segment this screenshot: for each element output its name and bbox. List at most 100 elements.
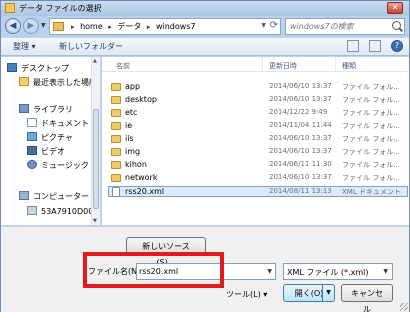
help-icon[interactable]: ? — [391, 40, 403, 52]
file-row-img[interactable]: img 2014/06/10 13:37 ファイル フォル... — [109, 147, 409, 158]
nav-item-libraries[interactable]: ライブラリ — [19, 104, 73, 116]
column-header-name[interactable]: 名前 — [116, 61, 130, 71]
nav-item-drive[interactable]: 53A7910D003 ( — [27, 206, 100, 218]
refresh-icon[interactable]: ⟳ — [270, 20, 278, 31]
libraries-icon — [19, 104, 29, 113]
file-name: network — [125, 173, 158, 182]
forward-button[interactable]: ▶ — [23, 18, 39, 34]
preview-pane-icon[interactable] — [369, 40, 382, 52]
file-row-kihon[interactable]: kihon 2014/06/11 11:30 ファイル フォル... — [109, 160, 409, 171]
file-row-rss20-xml[interactable]: rss20.xml 2014/08/11 13:13 XML ドキュメント — [108, 186, 408, 197]
file-row-iis[interactable]: iis 2014/06/10 13:37 ファイル フォル... — [109, 134, 409, 145]
organize-menu[interactable]: 整理 ▾ — [13, 41, 36, 52]
documents-icon — [27, 118, 37, 127]
column-headers: 名前 更新日時 種類 — [102, 57, 409, 72]
close-button[interactable]: ✕ — [387, 2, 403, 14]
file-name: desktop — [125, 95, 157, 104]
folder-icon — [111, 96, 121, 104]
file-row-app[interactable]: app 2014/06/10 13:37 ファイル フォル... — [109, 82, 409, 93]
column-header-date[interactable]: 更新日時 — [269, 61, 297, 71]
toolbar: 整理 ▾ 新しいフォルダー ? — [1, 37, 409, 56]
window-title: データ ファイルの選択 — [19, 4, 102, 13]
drive-icon — [27, 206, 37, 215]
title-bar: データ ファイルの選択 ✕ — [1, 1, 409, 16]
open-button[interactable]: 開く(O) ▼ — [283, 284, 335, 302]
nav-item-label: デスクトップ — [21, 64, 69, 73]
file-dialog-window: データ ファイルの選択 ✕ ◀ ▶ ▼ ▸ home ▸ データ ▸ windo… — [0, 0, 410, 314]
search-input[interactable] — [288, 20, 388, 33]
xml-file-icon — [112, 187, 120, 197]
scroll-up-icon[interactable]: ▲ — [93, 58, 97, 64]
open-button-label: 開く(O) — [294, 289, 324, 298]
desktop-icon — [7, 63, 17, 72]
nav-item-label: ピクチャ — [41, 133, 73, 142]
back-button[interactable]: ◀ — [5, 18, 21, 34]
search-icon[interactable] — [392, 21, 401, 30]
breadcrumb-data[interactable]: データ — [117, 22, 141, 31]
resize-grip-icon[interactable] — [400, 303, 408, 311]
chevron-right-icon[interactable]: ▸ — [147, 23, 151, 31]
scroll-down-icon[interactable]: ▼ — [93, 218, 97, 224]
folder-icon — [111, 161, 121, 169]
folder-icon — [111, 109, 121, 117]
file-date: 2014/06/10 13:37 — [269, 134, 332, 142]
filetype-select[interactable]: XML ファイル (*.xml) ▼ — [283, 263, 393, 280]
scrollbar-thumb[interactable] — [93, 109, 99, 209]
nav-scrollbar[interactable]: ▲ ▼ — [91, 57, 100, 225]
file-date: 2014/06/10 13:37 — [269, 173, 332, 181]
chevron-right-icon[interactable]: ▸ — [71, 23, 75, 31]
column-divider[interactable] — [262, 57, 263, 72]
toolbar-icons: ? — [340, 40, 403, 54]
breadcrumb-home[interactable]: home — [80, 22, 103, 31]
recent-locations-dropdown-icon[interactable]: ▼ — [41, 22, 46, 29]
new-folder-button[interactable]: 新しいフォルダー — [59, 41, 123, 52]
cancel-button[interactable]: キャンセル — [341, 284, 393, 314]
tools-menu[interactable]: ツール(L) ▾ — [226, 289, 267, 300]
breadcrumb-windows7[interactable]: windows7 — [156, 22, 196, 31]
nav-item-label: ミュージック — [41, 161, 89, 170]
file-date: 2014/06/10 13:37 — [269, 147, 332, 155]
address-bar[interactable]: ▸ home ▸ データ ▸ windows7 ▼ ⟳ — [49, 18, 281, 35]
chevron-down-icon[interactable]: ▼ — [267, 268, 272, 275]
view-options-icon[interactable] — [347, 40, 360, 52]
nav-item-label: 最近表示した場所 — [33, 78, 97, 87]
file-name: rss20.xml — [125, 187, 165, 196]
file-date: 2014/11/04 11:44 — [269, 121, 332, 129]
file-type: ファイル フォル... — [342, 135, 400, 143]
file-date: 2014/06/10 13:37 — [269, 82, 332, 90]
column-divider[interactable] — [335, 57, 336, 72]
file-row-network[interactable]: network 2014/06/10 13:37 ファイル フォル... — [109, 173, 409, 184]
nav-item-recent[interactable]: 最近表示した場所 — [19, 77, 97, 89]
file-date: 2014/12/22 9:49 — [269, 108, 328, 116]
file-row-etc[interactable]: etc 2014/12/22 9:49 ファイル フォル... — [109, 108, 409, 119]
nav-item-desktop[interactable]: デスクトップ — [7, 63, 69, 75]
file-row-desktop[interactable]: desktop 2014/06/10 13:37 ファイル フォル... — [109, 95, 409, 106]
file-type: ファイル フォル... — [342, 161, 400, 169]
file-date: 2014/08/11 13:13 — [269, 187, 332, 195]
nav-item-label: ドキュメント — [41, 119, 89, 128]
chevron-right-icon[interactable]: ▸ — [108, 23, 112, 31]
pictures-icon — [27, 132, 37, 141]
folder-icon — [111, 174, 121, 182]
column-header-type[interactable]: 種類 — [342, 61, 356, 71]
nav-item-music[interactable]: ミュージック — [27, 160, 89, 172]
nav-item-documents[interactable]: ドキュメント — [27, 118, 89, 130]
file-name: kihon — [125, 160, 147, 169]
file-name: etc — [125, 108, 138, 117]
search-box[interactable] — [285, 18, 405, 35]
file-row-ie[interactable]: ie 2014/11/04 11:44 ファイル フォル... — [109, 121, 409, 132]
nav-item-videos[interactable]: ビデオ — [27, 146, 65, 158]
chevron-down-icon[interactable]: ▼ — [261, 22, 266, 29]
navigation-pane: デスクトップ 最近表示した場所 ライブラリ ドキュメント ピクチャ ビデオ ミュ… — [1, 57, 101, 225]
file-type: ファイル フォル... — [342, 174, 400, 182]
filetype-value: XML ファイル (*.xml) — [287, 268, 369, 277]
address-row: ◀ ▶ ▼ ▸ home ▸ データ ▸ windows7 ▼ ⟳ — [1, 16, 409, 36]
videos-icon — [27, 146, 37, 155]
chevron-down-icon[interactable]: ▼ — [383, 268, 388, 275]
nav-item-computer[interactable]: コンピューター — [19, 191, 89, 203]
nav-item-pictures[interactable]: ピクチャ — [27, 132, 73, 144]
nav-item-label: ライブラリ — [33, 105, 73, 114]
bottom-panel: 新しいソース(S)... ファイル名(N): ▼ XML ファイル (*.xml… — [1, 226, 409, 314]
music-icon — [27, 160, 37, 169]
open-dropdown-arrow-icon[interactable]: ▼ — [322, 285, 334, 301]
